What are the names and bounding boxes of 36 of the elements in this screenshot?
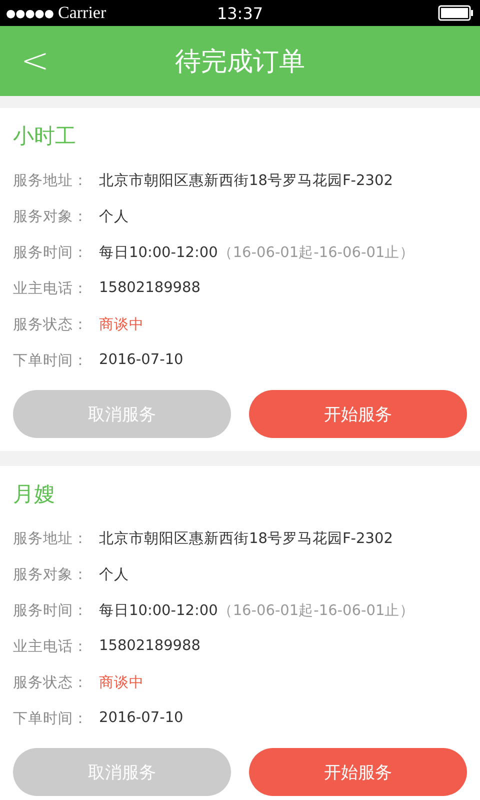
signal-dots: ●●●●● <box>6 6 54 20</box>
carrier-name: Carrier <box>58 3 106 23</box>
field-label: 服务时间： <box>13 244 89 262</box>
clock: 13:37 <box>216 4 264 22</box>
order-title: 小时工 <box>13 123 77 150</box>
status-value: 商谈中 <box>99 316 144 334</box>
field-value: 个人 <box>99 208 129 226</box>
field-label: 服务地址： <box>13 530 89 548</box>
field-value: 2016-07-10 <box>99 710 184 726</box>
field-label: 服务对象： <box>13 566 89 584</box>
page-title: 待完成订单 <box>175 46 305 78</box>
field-label: 服务地址： <box>13 172 89 190</box>
field-value: 北京市朝阳区惠新西街18号罗马花园F-2302 <box>99 530 393 548</box>
field-label: 服务状态： <box>13 316 89 334</box>
field-label: 下单时间： <box>13 710 89 728</box>
date-range: （16-06-01起-16-06-01止） <box>218 602 415 620</box>
start-service-button[interactable]: 开始服务 <box>249 390 467 438</box>
field-label: 服务对象： <box>13 208 89 226</box>
field-label: 下单时间： <box>13 352 89 370</box>
status-value: 商谈中 <box>99 674 144 692</box>
field-value: 每日10:00-12:00 <box>99 602 218 620</box>
field-value: 个人 <box>99 566 129 584</box>
back-button[interactable]: < <box>0 44 70 78</box>
field-value: 每日10:00-12:00 <box>99 244 218 262</box>
field-value: 15802189988 <box>99 280 200 296</box>
battery-icon <box>438 5 474 21</box>
field-value: 2016-07-10 <box>99 352 184 368</box>
field-label: 服务时间： <box>13 602 89 620</box>
field-label: 业主电话： <box>13 638 89 656</box>
field-value: 北京市朝阳区惠新西街18号罗马花园F-2302 <box>99 172 393 190</box>
field-label: 服务状态： <box>13 674 89 692</box>
field-value: 15802189988 <box>99 638 200 654</box>
start-service-button[interactable]: 开始服务 <box>249 748 467 796</box>
order-title: 月嫂 <box>13 481 56 508</box>
field-label: 业主电话： <box>13 280 89 298</box>
date-range: （16-06-01起-16-06-01止） <box>218 244 415 262</box>
